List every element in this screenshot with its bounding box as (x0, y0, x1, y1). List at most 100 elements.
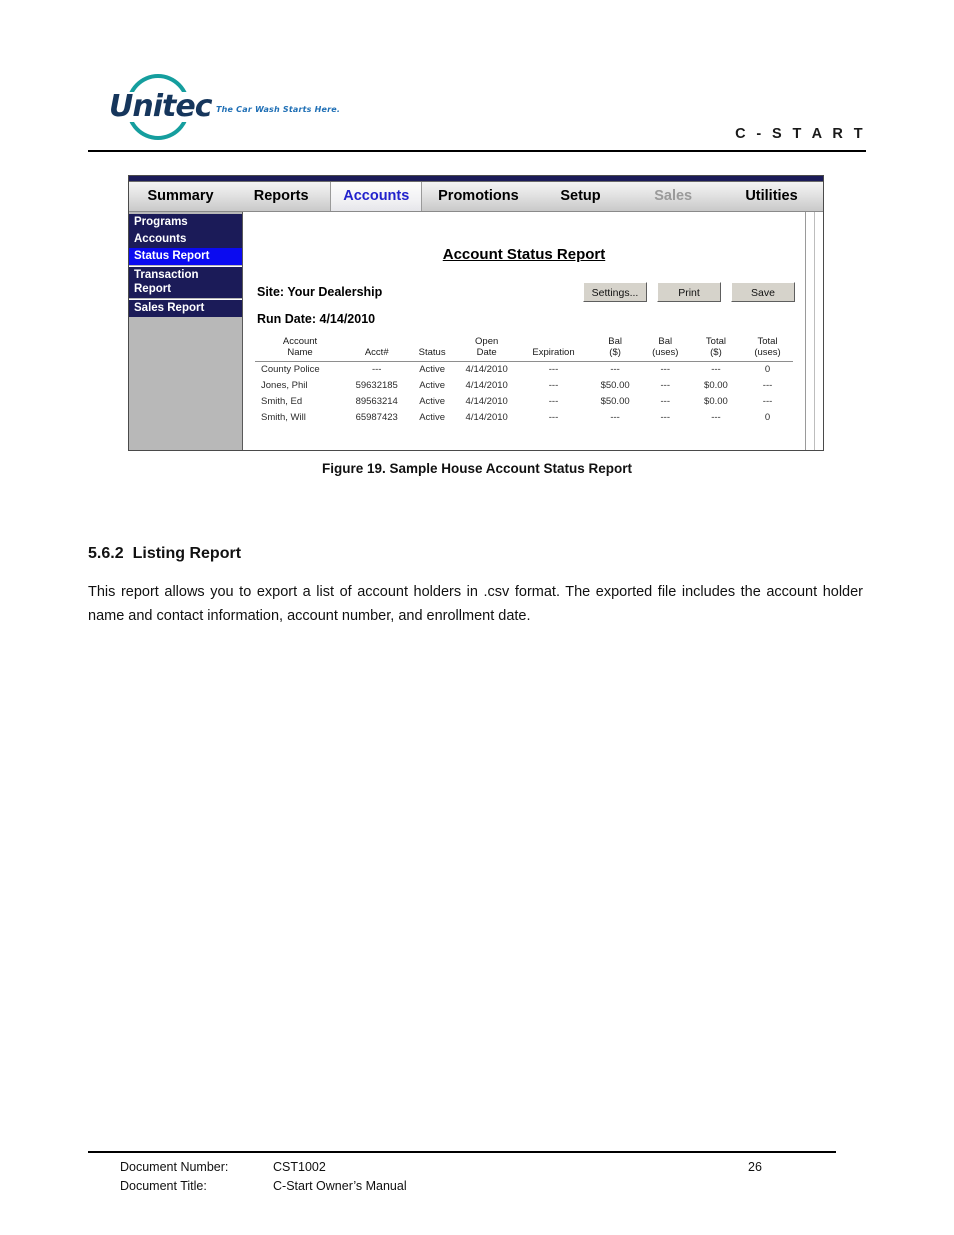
table-header-row: Account Name Acct# Status Open Date Expi… (255, 336, 793, 362)
section-number: 5.6.2 (88, 545, 124, 562)
save-button[interactable]: Save (731, 282, 795, 302)
cell-expiration: --- (548, 412, 559, 423)
header-line2: Name (287, 347, 313, 358)
tab-setup[interactable]: Setup (535, 182, 627, 211)
figure-caption: Figure 19. Sample House Account Status R… (321, 461, 633, 476)
cell-acct: 65987423 (355, 412, 398, 423)
sidebar-item-accounts[interactable]: Accounts (129, 231, 242, 248)
cell-acct: --- (371, 364, 382, 375)
page-header: Unitec The Car Wash Starts Here. C - S T… (88, 72, 866, 154)
sidebar-item-transaction-report[interactable]: Transaction Report (129, 266, 242, 298)
cell-expiration: --- (548, 364, 559, 375)
tab-reports[interactable]: Reports (232, 182, 330, 211)
tab-accounts[interactable]: Accounts (330, 182, 423, 211)
cell-open-date: 4/14/2010 (465, 380, 508, 391)
footer-row-doc-title: Document Title: C-Start Owner’s Manual (88, 1177, 836, 1196)
doc-title-value: C-Start Owner’s Manual (273, 1179, 407, 1193)
cell-status: Active (419, 412, 446, 423)
cell-bal-uses: --- (660, 364, 671, 375)
tab-summary[interactable]: Summary (129, 182, 232, 211)
cell-total-dollars: --- (711, 412, 721, 423)
column-header-total-uses: Total (uses) (742, 336, 793, 362)
column-header-total-dollars: Total ($) (689, 336, 743, 362)
header-product-title: C - S T A R T (735, 126, 866, 142)
cell-acct: 89563214 (355, 396, 398, 407)
cell-open-date: 4/14/2010 (465, 396, 508, 407)
section-paragraph: This report allows you to export a list … (88, 584, 863, 624)
page-footer: Document Number: CST1002 26 Document Tit… (88, 1158, 836, 1196)
cell-acct: 59632185 (355, 380, 398, 391)
header-line2: Date (476, 347, 497, 358)
table-row[interactable]: County Police --- Active 4/14/2010 --- -… (255, 362, 793, 379)
column-header-bal-uses: Bal (uses) (640, 336, 690, 362)
unitec-logo: Unitec The Car Wash Starts Here. (106, 74, 340, 140)
doc-number-label: Document Number: (120, 1160, 229, 1174)
cell-bal-dollars: --- (610, 412, 620, 423)
report-pane: Account Status Report Site: Your Dealers… (243, 212, 806, 450)
cell-bal-uses: --- (660, 396, 671, 407)
header-divider (88, 150, 866, 152)
cell-bal-dollars: --- (610, 364, 620, 375)
table-row[interactable]: Smith, Ed 89563214 Active 4/14/2010 --- … (255, 394, 793, 410)
header-line1: Total (705, 336, 726, 347)
cell-total-dollars: --- (711, 364, 721, 375)
cell-bal-dollars: $50.00 (600, 380, 630, 391)
cell-status: Active (419, 380, 446, 391)
cell-total-uses: 0 (764, 364, 771, 375)
account-status-table: Account Name Acct# Status Open Date Expi… (255, 336, 793, 426)
tab-utilities[interactable]: Utilities (720, 182, 823, 211)
cell-bal-uses: --- (660, 380, 671, 391)
column-header-expiration: Expiration (517, 336, 590, 362)
site-line: Site: Your Dealership (257, 285, 383, 299)
doc-title-label: Document Title: (120, 1179, 207, 1193)
column-header-bal-dollars: Bal ($) (589, 336, 641, 362)
section-title: Listing Report (132, 545, 242, 562)
cell-bal-dollars: $50.00 (600, 396, 630, 407)
tab-sales: Sales (654, 188, 693, 204)
main-tab-bar: Summary Reports Accounts Promotions Setu… (129, 182, 823, 212)
footer-row-doc-number: Document Number: CST1002 26 (88, 1158, 836, 1177)
sidebar-item-status-report[interactable]: Status Report (129, 248, 242, 265)
doc-number-value: CST1002 (273, 1160, 326, 1174)
logo-wordmark: Unitec (106, 92, 215, 122)
header-line1: Bal (658, 336, 673, 347)
header-line2: (uses) (652, 347, 679, 358)
tab-promotions[interactable]: Promotions (422, 182, 534, 211)
settings-button[interactable]: Settings... (583, 282, 647, 302)
cell-account-name: County Police (261, 364, 320, 375)
cell-bal-uses: --- (660, 412, 671, 423)
logo-tagline: The Car Wash Starts Here. (216, 105, 341, 114)
page-number: 26 (748, 1160, 762, 1174)
cell-account-name: Jones, Phil (261, 380, 308, 391)
column-header-status: Status (408, 336, 456, 362)
sidebar-item-sales-report[interactable]: Sales Report (129, 299, 242, 317)
cell-total-dollars: $0.00 (704, 396, 728, 407)
column-header-open-date: Open Date (455, 336, 518, 362)
cell-total-dollars: $0.00 (704, 380, 728, 391)
print-button[interactable]: Print (657, 282, 721, 302)
column-header-account-name: Account Name (255, 336, 346, 362)
footer-divider (88, 1151, 836, 1153)
table-body: County Police --- Active 4/14/2010 --- -… (255, 362, 793, 427)
header-line2: ($) (609, 347, 621, 358)
table-row[interactable]: Jones, Phil 59632185 Active 4/14/2010 --… (255, 378, 793, 394)
cell-account-name: Smith, Ed (261, 396, 303, 407)
cell-expiration: --- (548, 396, 559, 407)
cell-account-name: Smith, Will (261, 412, 306, 423)
cell-total-uses: --- (762, 380, 773, 391)
table-row[interactable]: Smith, Will 65987423 Active 4/14/2010 --… (255, 410, 793, 426)
cell-expiration: --- (548, 380, 559, 391)
sidebar-item-programs[interactable]: Programs (129, 214, 242, 231)
cell-status: Active (419, 396, 446, 407)
application-screenshot: Summary Reports Accounts Promotions Setu… (128, 175, 824, 451)
header-line2: ($) (710, 347, 722, 358)
header-line2: (uses) (754, 347, 781, 358)
header-line1: Total (757, 336, 778, 347)
cell-total-uses: --- (762, 396, 773, 407)
report-action-buttons: Settings... Print Save (583, 282, 795, 302)
left-sidebar: Programs Accounts Status Report Transact… (129, 212, 243, 450)
report-title: Account Status Report (442, 246, 606, 263)
cell-open-date: 4/14/2010 (465, 364, 508, 375)
vertical-scrollbar[interactable] (814, 212, 823, 450)
table-header: Account Name Acct# Status Open Date Expi… (255, 336, 793, 362)
